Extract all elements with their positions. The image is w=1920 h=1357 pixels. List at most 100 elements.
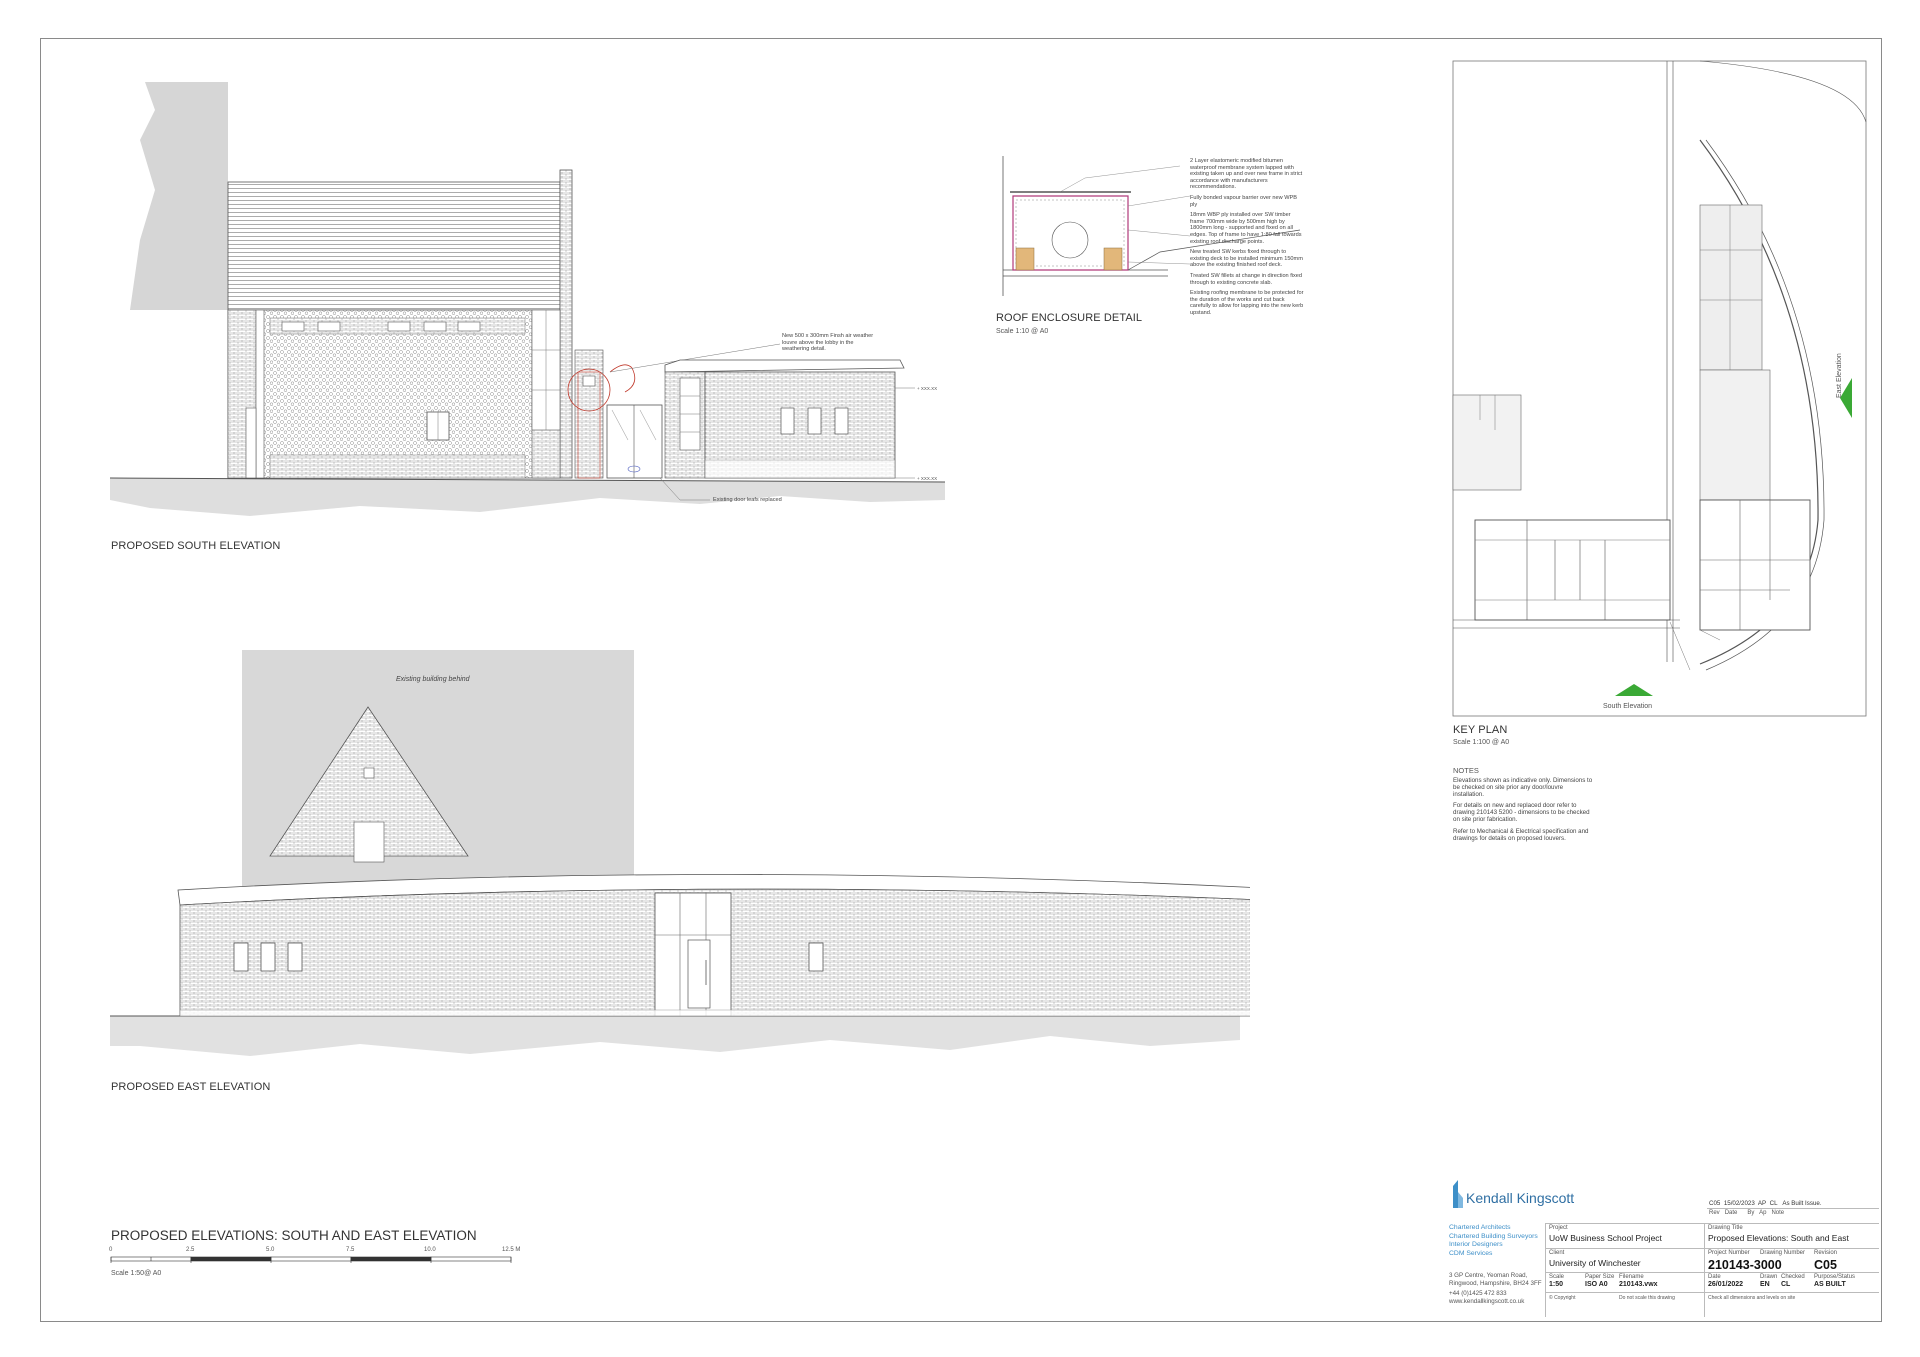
side-door (245, 407, 257, 479)
roof-edge (664, 359, 905, 373)
paper-size-label: Paper Size (1585, 1274, 1615, 1280)
scale-tick: 0 (109, 1247, 113, 1253)
drawn-label: Drawn (1760, 1274, 1778, 1280)
title-block: Kendall Kingscott Chartered Architects C… (1449, 1180, 1879, 1320)
drawing-number: 210143-3000 (1708, 1258, 1782, 1272)
existing-building-note: Existing building behind (396, 676, 470, 683)
check-dimensions-note: Check all dimensions and levels on site (1708, 1295, 1796, 1301)
roof-detail-scale: Scale 1:10 @ A0 (996, 328, 1049, 335)
scale-tick: 12.5 M (502, 1247, 521, 1253)
revision-label: Revision (1814, 1250, 1838, 1256)
revision-headings: Rev Date By Ap Note (1709, 1210, 1785, 1216)
entrance-door (687, 939, 711, 1009)
notes-heading: NOTES (1453, 766, 1479, 775)
louvre-annotation: New 500 x 300mm Finsh air weather louvre… (782, 333, 874, 353)
paper-size-value: ISO A0 (1585, 1281, 1608, 1288)
ground (110, 1016, 1240, 1056)
south-elevation-key-label: South Elevation (1603, 703, 1653, 710)
clerestory-window (317, 321, 341, 332)
drawing-title-label: Drawing Title (1708, 1225, 1743, 1231)
east-elevation-key-label: East Elevation (1836, 353, 1843, 398)
company-website[interactable]: www.kendallkingscott.co.uk (1449, 1298, 1542, 1306)
scale-tick: 2.5 (186, 1247, 195, 1253)
scale-bar (110, 1256, 512, 1263)
drawing-number-label: Drawing Number (1760, 1250, 1806, 1256)
duct (1051, 221, 1089, 259)
window (233, 942, 249, 972)
roof-note: Treated SW fillets at change in directio… (1190, 272, 1303, 286)
sheet-scale: Scale 1:50@ A0 (111, 1270, 162, 1277)
window (287, 942, 303, 972)
roof-note: 18mm WBP ply installed over SW timber fr… (1190, 212, 1302, 245)
scale-value: 1:50 (1549, 1281, 1564, 1288)
note-item: Refer to Mechanical & Electrical specifi… (1453, 827, 1589, 842)
sheet-title: PROPOSED ELEVATIONS: SOUTH AND EAST ELEV… (111, 1228, 477, 1243)
filename-value: 210143.vwx (1619, 1281, 1658, 1288)
window (260, 942, 276, 972)
revision-row: C05 15/02/2023 AP CL As Built Issue. (1709, 1200, 1822, 1207)
service-item: Chartered Architects (1449, 1224, 1511, 1231)
company-logo-icon (1453, 1180, 1463, 1208)
drawing-title: Proposed Elevations: South and East (1708, 1233, 1849, 1243)
chimney-pier (559, 169, 573, 479)
do-not-scale-note: Do not scale this drawing (1619, 1295, 1675, 1301)
service-item: Interior Designers (1449, 1241, 1503, 1249)
project-number-label: Project Number (1708, 1250, 1750, 1256)
services-list: Chartered Architects Chartered Building … (1449, 1224, 1538, 1258)
window (807, 407, 822, 435)
note-item: Elevations shown as indicative only. Dim… (1453, 777, 1593, 798)
ground (110, 478, 945, 516)
key-plan-drawing (1452, 60, 1867, 717)
roof-note: New treated SW kerbs fixed through to ex… (1190, 249, 1303, 269)
south-elevation-drawing: + XXX.XX + XXX.XX (109, 82, 946, 516)
flint-wall (227, 309, 561, 479)
project-name: UoW Business School Project (1549, 1233, 1662, 1243)
ground-floor-rooms (1474, 519, 1671, 621)
gable-vent (363, 767, 375, 779)
date-label: Date (1708, 1274, 1721, 1280)
date-value: 26/01/2022 (1708, 1281, 1744, 1288)
upper-cladding (227, 181, 561, 311)
south-elevation-title: PROPOSED SOUTH ELEVATION (111, 540, 281, 552)
address-line: 3 GP Centre, Yeoman Road, (1449, 1272, 1528, 1279)
service-item: Chartered Building Surveyors (1449, 1232, 1538, 1240)
window (834, 407, 849, 435)
purpose-value: AS BUILT (1814, 1281, 1846, 1288)
existing-building-silhouette (130, 82, 228, 310)
scale-tick: 5.0 (266, 1247, 275, 1253)
level-marker-upper: + XXX.XX (917, 386, 937, 391)
project-label: Project (1549, 1225, 1568, 1231)
company-address: 3 GP Centre, Yeoman Road, Ringwood, Hamp… (1449, 1272, 1542, 1305)
scale-tick: 10.0 (424, 1247, 436, 1253)
note-item: For details on new and replaced door ref… (1453, 802, 1590, 823)
company-name: Kendall Kingscott (1466, 1190, 1575, 1206)
door-jamb (255, 309, 265, 479)
client-name: University of Winchester (1549, 1258, 1641, 1268)
scale-tick: 7.5 (346, 1247, 355, 1253)
louvre (582, 375, 596, 387)
core-rooms (1699, 204, 1763, 371)
gable-opening (353, 821, 385, 863)
east-elevation-title: PROPOSED EAST ELEVATION (111, 1081, 271, 1093)
key-plan-title: KEY PLAN (1453, 724, 1508, 736)
roof-note: Fully bonded vapour barrier over new WPB… (1190, 194, 1297, 208)
level-marker-lower: + XXX.XX (917, 476, 937, 481)
client-label: Client (1549, 1250, 1565, 1256)
filename-label: Filename (1619, 1274, 1644, 1280)
key-plan-scale: Scale 1:100 @ A0 (1453, 739, 1510, 746)
clerestory-window (457, 321, 481, 332)
company-phone: +44 (0)1425 472 833 (1449, 1290, 1507, 1298)
roof-note: 2 Layer elastomeric modified bitumen wat… (1190, 158, 1303, 191)
east-elevation-drawing (110, 650, 1250, 1056)
roof-detail-title: ROOF ENCLOSURE DETAIL (996, 312, 1143, 324)
timber-kerb (1103, 247, 1123, 271)
roof-note: Existing roofing membrane to be protecte… (1190, 290, 1304, 316)
clerestory-window (281, 321, 305, 332)
checked-label: Checked (1781, 1274, 1805, 1280)
scale-label: Scale (1549, 1274, 1565, 1280)
roof-detail-notes: 2 Layer elastomeric modified bitumen wat… (1190, 158, 1305, 316)
drawn-value: EN (1760, 1281, 1770, 1288)
timber-kerb (1015, 247, 1035, 271)
revision-code: C05 (1814, 1258, 1837, 1272)
copyright: © Copyright (1549, 1295, 1576, 1301)
